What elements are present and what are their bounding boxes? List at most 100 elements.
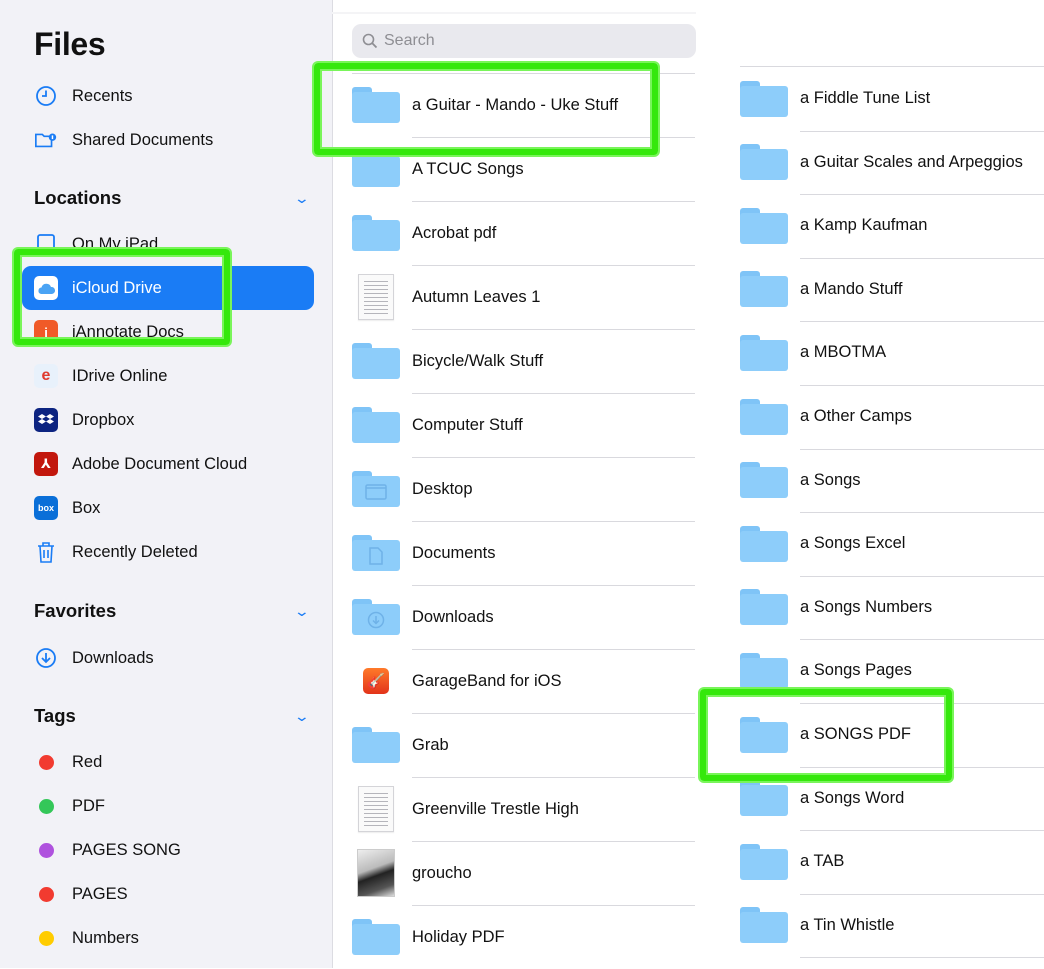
search-icon [362, 33, 378, 49]
folder-icon [352, 343, 400, 379]
tags-header[interactable]: Tags ⌄ [34, 705, 310, 727]
file-row[interactable]: Bicycle/Walk Stuff [352, 329, 695, 393]
clock-icon [34, 84, 58, 108]
folder-name: a Fiddle Tune List [800, 89, 931, 107]
file-row[interactable]: Computer Stuff [352, 393, 695, 457]
file-name: GarageBand for iOS [412, 671, 562, 690]
tag-dot-icon [34, 838, 58, 862]
file-row[interactable]: Autumn Leaves 1 [352, 265, 695, 329]
tag-pages[interactable]: PAGES [34, 874, 128, 914]
document-thumbnail-icon [358, 274, 394, 320]
chevron-down-icon[interactable]: ⌄ [294, 190, 310, 207]
chevron-down-icon[interactable]: ⌄ [294, 603, 310, 620]
photo-thumbnail-icon [357, 849, 395, 897]
box-icon: box [34, 496, 58, 520]
file-row[interactable]: Desktop [352, 457, 695, 521]
sidebar-item-idrive-online[interactable]: e IDrive Online [34, 356, 167, 396]
folder-row[interactable]: a Other Camps [740, 385, 1044, 448]
locations-header[interactable]: Locations ⌄ [34, 187, 310, 209]
folder-row[interactable]: a Mando Stuff [740, 258, 1044, 321]
tag-pages-song[interactable]: PAGES SONG [34, 830, 181, 870]
folder-icon [740, 652, 788, 689]
sidebar-item-label: Adobe Document Cloud [72, 454, 248, 473]
tag-dot-icon [34, 794, 58, 818]
folder-icon [352, 727, 400, 763]
folder-row[interactable]: a TAB [740, 830, 1044, 893]
folder-row[interactable]: a Fiddle Tune List [740, 67, 1044, 130]
file-row[interactable]: 🎸 GarageBand for iOS [352, 649, 695, 713]
folder-icon [740, 589, 788, 626]
folder-icon [740, 80, 788, 117]
adobe-icon: ⅄ [34, 452, 58, 476]
divider [800, 957, 1044, 958]
trash-icon [34, 540, 58, 564]
sidebar-item-label: IDrive Online [72, 366, 168, 385]
search-field[interactable]: Search [352, 24, 696, 58]
file-name: Documents [412, 543, 496, 562]
file-row[interactable]: Acrobat pdf [352, 201, 695, 265]
folder-row[interactable]: a Songs [740, 449, 1044, 512]
folder-name: a Songs Numbers [800, 597, 933, 616]
file-name: Downloads [412, 607, 494, 626]
tag-red[interactable]: Red [34, 742, 102, 782]
folder-icon [352, 215, 400, 251]
file-name: Acrobat pdf [412, 223, 497, 242]
folder-name: a Other Camps [800, 407, 912, 425]
file-row[interactable]: Grab [352, 713, 695, 777]
folder-icon [740, 207, 788, 244]
folder-icon [352, 599, 400, 635]
file-row[interactable]: Holiday PDF [352, 905, 695, 969]
folder-icon [740, 334, 788, 371]
highlight-box [700, 689, 952, 781]
file-row[interactable]: Documents [352, 521, 695, 585]
folder-icon [740, 398, 788, 435]
folder-icon [352, 151, 400, 187]
sidebar-item-recently-deleted[interactable]: Recently Deleted [34, 532, 198, 572]
file-name: Computer Stuff [412, 415, 523, 434]
sidebar-item-adobe-document-cloud[interactable]: ⅄ Adobe Document Cloud [34, 444, 247, 484]
file-name: Grab [412, 735, 449, 754]
folder-icon [740, 525, 788, 562]
sidebar-item-box[interactable]: box Box [34, 488, 100, 528]
folder-row[interactable]: a MBOTMA [740, 321, 1044, 384]
download-circle-icon [34, 646, 58, 670]
tag-numbers[interactable]: Numbers [34, 918, 139, 958]
folder-name: a Songs Word [800, 788, 905, 807]
sidebar: Files Recents Shared Documents Locations… [0, 0, 333, 968]
section-title: Favorites [34, 600, 117, 621]
sidebar-item-shared-documents[interactable]: Shared Documents [34, 120, 213, 160]
folder-name: a Guitar Scales and Arpeggios [800, 152, 1023, 171]
highlight-box [14, 249, 230, 345]
file-row[interactable]: Greenville Trestle High [352, 777, 695, 841]
file-row[interactable]: Downloads [352, 585, 695, 649]
folder-row[interactable]: a Tin Whistle [740, 894, 1044, 957]
folder-row[interactable]: a Songs Excel [740, 512, 1044, 575]
folder-icon [740, 462, 788, 499]
sidebar-item-dropbox[interactable]: Dropbox [34, 400, 134, 440]
shared-folder-icon [34, 128, 58, 152]
file-name: Desktop [412, 479, 473, 498]
folder-row[interactable]: a Songs Numbers [740, 576, 1044, 639]
file-name: groucho [412, 863, 472, 882]
folder-icon [352, 471, 400, 507]
file-row[interactable]: groucho [352, 841, 695, 905]
tag-dot-icon [34, 882, 58, 906]
folder-name: a TAB [800, 852, 845, 871]
sidebar-item-recents[interactable]: Recents [34, 76, 133, 116]
search-placeholder: Search [384, 32, 435, 49]
file-name: Autumn Leaves 1 [412, 287, 541, 306]
sidebar-item-label: Shared Documents [72, 130, 214, 149]
garageband-icon: 🎸 [363, 668, 389, 694]
folder-icon [740, 843, 788, 880]
file-name: Bicycle/Walk Stuff [412, 351, 544, 370]
tag-label: PAGES SONG [72, 840, 181, 859]
tag-pdf[interactable]: PDF [34, 786, 105, 826]
folder-row[interactable]: a Kamp Kaufman [740, 194, 1044, 257]
sidebar-item-label: Recents [72, 86, 133, 105]
favorites-header[interactable]: Favorites ⌄ [34, 600, 310, 622]
folder-row[interactable]: a Guitar Scales and Arpeggios [740, 131, 1044, 194]
sidebar-item-label: Recently Deleted [72, 542, 198, 561]
chevron-down-icon[interactable]: ⌄ [294, 708, 310, 725]
tag-dot-icon [34, 750, 58, 774]
sidebar-item-downloads[interactable]: Downloads [34, 638, 154, 678]
